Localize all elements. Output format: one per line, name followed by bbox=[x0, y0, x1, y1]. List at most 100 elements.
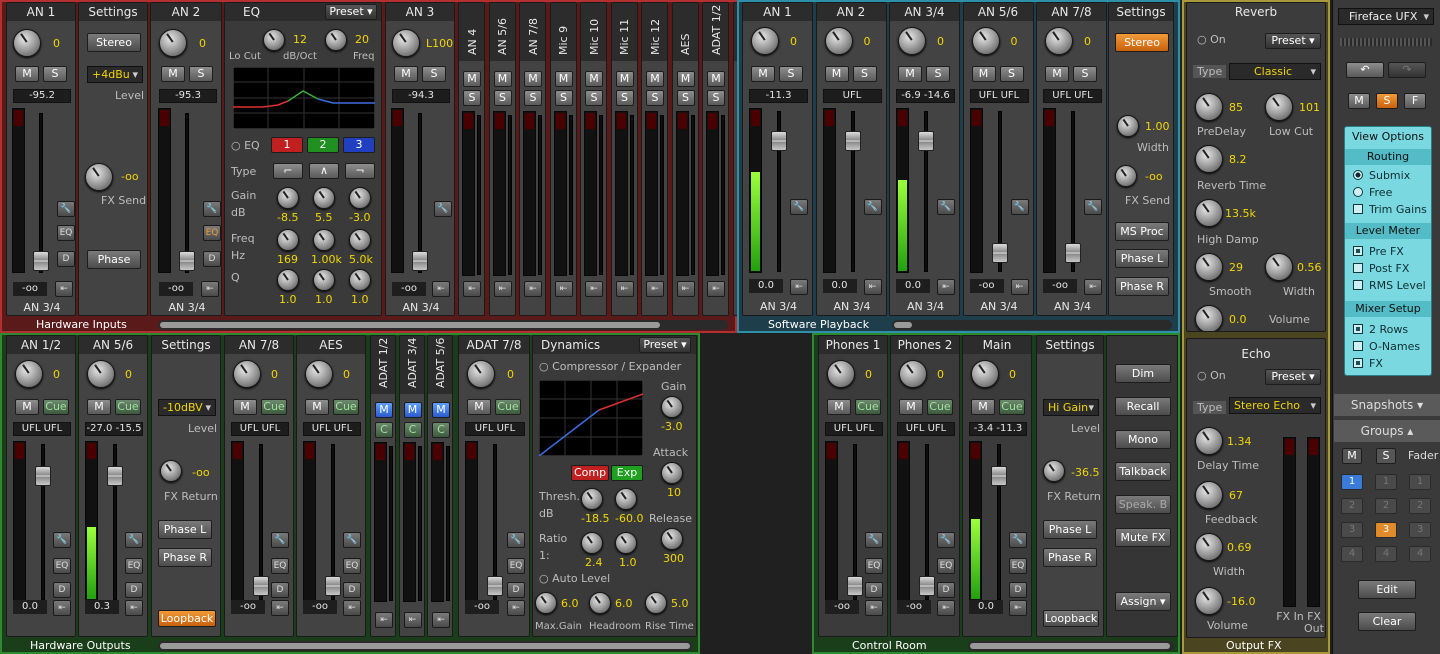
solo-button[interactable]: S bbox=[422, 66, 446, 82]
snapshots-header[interactable]: Snapshots ▾ bbox=[1334, 394, 1440, 416]
phase-r-button[interactable]: Phase R bbox=[158, 548, 212, 567]
solo-button[interactable]: S bbox=[524, 90, 542, 106]
band1-type-button[interactable]: ⌐ bbox=[273, 163, 303, 179]
route-icon[interactable]: ⇤ bbox=[53, 600, 71, 616]
route-icon[interactable]: ⇤ bbox=[707, 281, 725, 297]
route-icon[interactable]: ⇤ bbox=[343, 600, 361, 616]
route-icon[interactable]: ⇤ bbox=[1010, 279, 1029, 295]
mono-button[interactable]: Mono bbox=[1115, 430, 1171, 449]
fader-handle[interactable] bbox=[991, 243, 1008, 263]
route-icon[interactable]: ⇤ bbox=[507, 600, 525, 616]
mute-button[interactable]: M bbox=[403, 402, 422, 418]
route-icon[interactable]: ⇤ bbox=[1009, 600, 1027, 616]
band3-q-knob[interactable] bbox=[349, 269, 371, 291]
fader-track[interactable] bbox=[629, 115, 634, 275]
cue-button[interactable]: Cue bbox=[333, 399, 359, 415]
release-knob[interactable] bbox=[661, 528, 683, 550]
submix-radio[interactable]: Submix bbox=[1353, 169, 1410, 182]
hardware-inputs-scrollbar[interactable] bbox=[158, 320, 728, 330]
mute-button[interactable]: M bbox=[463, 71, 481, 87]
group-button[interactable]: 1 bbox=[1375, 474, 1397, 490]
dynamics-button[interactable]: D bbox=[57, 251, 75, 267]
rms-level-checkbox[interactable]: RMS Level bbox=[1353, 279, 1426, 292]
speak-b-button[interactable]: Speak. B bbox=[1115, 495, 1171, 514]
reverb-on-toggle[interactable]: ○ On bbox=[1197, 33, 1226, 46]
echo-type-dropdown[interactable]: Stereo Echo bbox=[1229, 397, 1321, 414]
band3-type-button[interactable]: ¬ bbox=[345, 163, 375, 179]
band3-freq-knob[interactable] bbox=[349, 229, 371, 251]
mute-button[interactable]: M bbox=[1045, 66, 1069, 82]
assign-dropdown[interactable]: Assign ▾ bbox=[1115, 592, 1171, 611]
solo-button[interactable]: S bbox=[463, 90, 481, 106]
cue-button[interactable]: Cue bbox=[855, 399, 881, 415]
maxgain-knob[interactable] bbox=[535, 592, 557, 614]
mute-button[interactable]: M bbox=[824, 66, 849, 82]
gain-knob[interactable] bbox=[233, 360, 261, 388]
fx-send-knob[interactable] bbox=[1115, 165, 1137, 187]
mute-fx-button[interactable]: Mute FX bbox=[1115, 528, 1171, 547]
cue-button[interactable]: Cue bbox=[43, 399, 69, 415]
wrench-icon[interactable]: 🔧 bbox=[53, 532, 71, 548]
groups-solo-button[interactable]: S bbox=[1376, 448, 1396, 464]
dim-button[interactable]: Dim bbox=[1115, 364, 1171, 383]
undo-icon[interactable]: ↶ bbox=[1346, 62, 1384, 78]
fader-handle[interactable] bbox=[107, 466, 123, 486]
mute-button[interactable]: M bbox=[751, 66, 775, 82]
ratio1-knob[interactable] bbox=[581, 532, 603, 554]
fader-handle[interactable] bbox=[1065, 243, 1081, 263]
reverb-preset-dropdown[interactable]: Preset ▾ bbox=[1265, 33, 1321, 49]
solo-button[interactable]: S bbox=[646, 90, 664, 106]
wrench-icon[interactable]: 🔧 bbox=[790, 199, 808, 215]
cue-button[interactable]: Cue bbox=[115, 399, 141, 415]
group-button[interactable]: 2 bbox=[1341, 498, 1363, 514]
fader-handle[interactable] bbox=[325, 576, 341, 596]
fx-return-knob[interactable] bbox=[160, 460, 182, 482]
source-select[interactable]: AN 3/4 bbox=[151, 301, 221, 314]
groups-mute-button[interactable]: M bbox=[1342, 448, 1362, 464]
eq-preset-dropdown[interactable]: Preset ▾ bbox=[325, 4, 377, 20]
dynamics-button[interactable]: D bbox=[507, 582, 525, 598]
ms-proc-button[interactable]: MS Proc bbox=[1115, 222, 1169, 241]
cue-button[interactable]: C bbox=[375, 422, 393, 438]
route-icon[interactable]: ⇤ bbox=[646, 281, 664, 297]
gain-knob[interactable] bbox=[899, 360, 927, 388]
mute-button[interactable]: M bbox=[493, 71, 512, 87]
dynamics-button[interactable]: D bbox=[125, 582, 143, 598]
fader-handle[interactable] bbox=[253, 576, 269, 596]
fx-return-knob[interactable] bbox=[1043, 460, 1065, 482]
dynamics-button[interactable]: D bbox=[53, 582, 71, 598]
fader-track[interactable] bbox=[660, 115, 664, 275]
locut-freq-knob[interactable] bbox=[325, 29, 347, 51]
mute-button[interactable]: M bbox=[707, 71, 725, 87]
mute-button[interactable]: M bbox=[971, 66, 996, 82]
mute-button[interactable]: M bbox=[827, 399, 851, 415]
solo-button[interactable]: S bbox=[676, 90, 695, 106]
reverb-type-dropdown[interactable]: Classic bbox=[1229, 63, 1321, 80]
stereo-button[interactable]: Stereo bbox=[87, 33, 141, 52]
solo-button[interactable]: S bbox=[779, 66, 803, 82]
trim-gains-checkbox[interactable]: Trim Gains bbox=[1353, 203, 1427, 216]
eq-toggle[interactable]: ○ EQ bbox=[231, 139, 260, 152]
phase-button[interactable]: Phase bbox=[87, 250, 141, 269]
source-select[interactable]: AN 3/4 bbox=[817, 300, 886, 313]
fader-master-button[interactable]: F bbox=[1404, 93, 1426, 109]
route-icon[interactable]: ⇤ bbox=[432, 281, 450, 297]
auto-level-toggle[interactable]: ○ Auto Level bbox=[539, 572, 610, 585]
solo-button[interactable]: S bbox=[585, 90, 603, 106]
route-icon[interactable]: ⇤ bbox=[863, 279, 882, 295]
mute-button[interactable]: M bbox=[898, 66, 922, 82]
gain-knob[interactable] bbox=[971, 27, 1000, 55]
cue-button[interactable]: Cue bbox=[261, 399, 287, 415]
wrench-icon[interactable]: 🔧 bbox=[863, 199, 882, 215]
gain-knob[interactable] bbox=[305, 360, 333, 388]
fx-checkbox[interactable]: FX bbox=[1353, 357, 1383, 370]
reverb-time-knob[interactable] bbox=[1195, 145, 1223, 173]
redo-icon[interactable]: ↷ bbox=[1388, 62, 1426, 78]
cue-button[interactable]: Cue bbox=[999, 399, 1025, 415]
eq-button[interactable]: EQ bbox=[343, 558, 361, 574]
ratio2-knob[interactable] bbox=[615, 532, 637, 554]
solo-button[interactable]: S bbox=[1073, 66, 1097, 82]
eq-button[interactable]: EQ bbox=[865, 558, 883, 574]
band3-button[interactable]: 3 bbox=[343, 137, 375, 153]
width-knob[interactable] bbox=[1117, 115, 1139, 137]
